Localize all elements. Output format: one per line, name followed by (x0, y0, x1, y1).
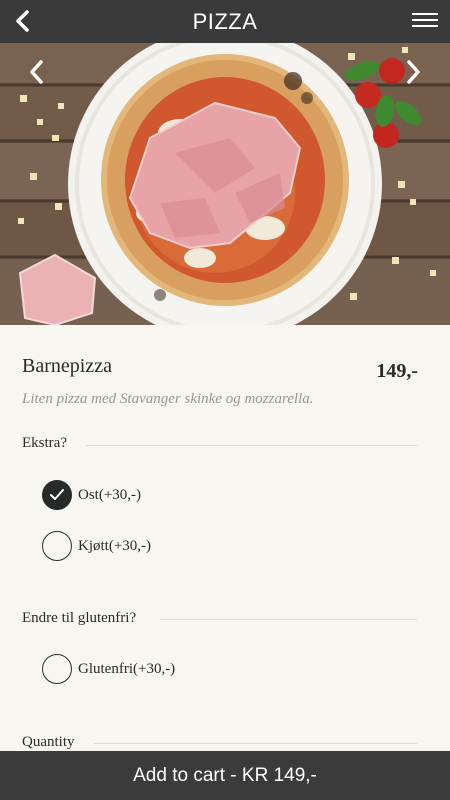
section-divider (94, 743, 417, 744)
section-divider (86, 445, 417, 446)
checkbox-unchecked[interactable] (42, 654, 72, 684)
hamburger-menu-icon (412, 13, 438, 27)
carousel-prev-button[interactable] (22, 55, 50, 89)
product-image-carousel (0, 43, 450, 325)
product-description: Liten pizza med Stavanger skinke og mozz… (22, 391, 314, 407)
menu-button[interactable] (412, 9, 438, 33)
chevron-right-icon (407, 60, 420, 84)
page-title: PIZZA (192, 8, 258, 34)
section-title-glutenfri: Endre til glutenfri? (22, 610, 137, 626)
app-header: PIZZA (0, 0, 450, 43)
option-label: Kjøtt(+30,-) (78, 537, 152, 554)
section-divider (160, 619, 417, 620)
pizza-photo (0, 43, 450, 325)
option-ost[interactable]: Ost(+30,-) (42, 480, 141, 510)
carousel-next-button[interactable] (400, 55, 428, 89)
chevron-left-icon (30, 60, 43, 84)
section-title-ekstra: Ekstra? (22, 435, 67, 451)
back-button[interactable] (10, 8, 34, 34)
product-name: Barnepizza (22, 355, 112, 377)
product-details: Barnepizza 149,- Liten pizza med Stavang… (0, 325, 450, 751)
checkmark-icon (50, 489, 64, 500)
add-to-cart-label: Add to cart - KR 149,- (133, 764, 317, 786)
add-to-cart-button[interactable]: Add to cart - KR 149,- (0, 751, 450, 800)
option-label: Glutenfri(+30,-) (78, 660, 176, 677)
option-kjott[interactable]: Kjøtt(+30,-) (42, 531, 151, 561)
option-glutenfri[interactable]: Glutenfri(+30,-) (42, 654, 175, 684)
checkbox-unchecked[interactable] (42, 531, 72, 561)
chevron-left-icon (16, 10, 29, 32)
checkbox-checked[interactable] (42, 480, 72, 510)
option-label: Ost(+30,-) (78, 486, 142, 503)
product-price: 149,- (376, 360, 418, 382)
section-title-quantity: Quantity (22, 734, 75, 750)
